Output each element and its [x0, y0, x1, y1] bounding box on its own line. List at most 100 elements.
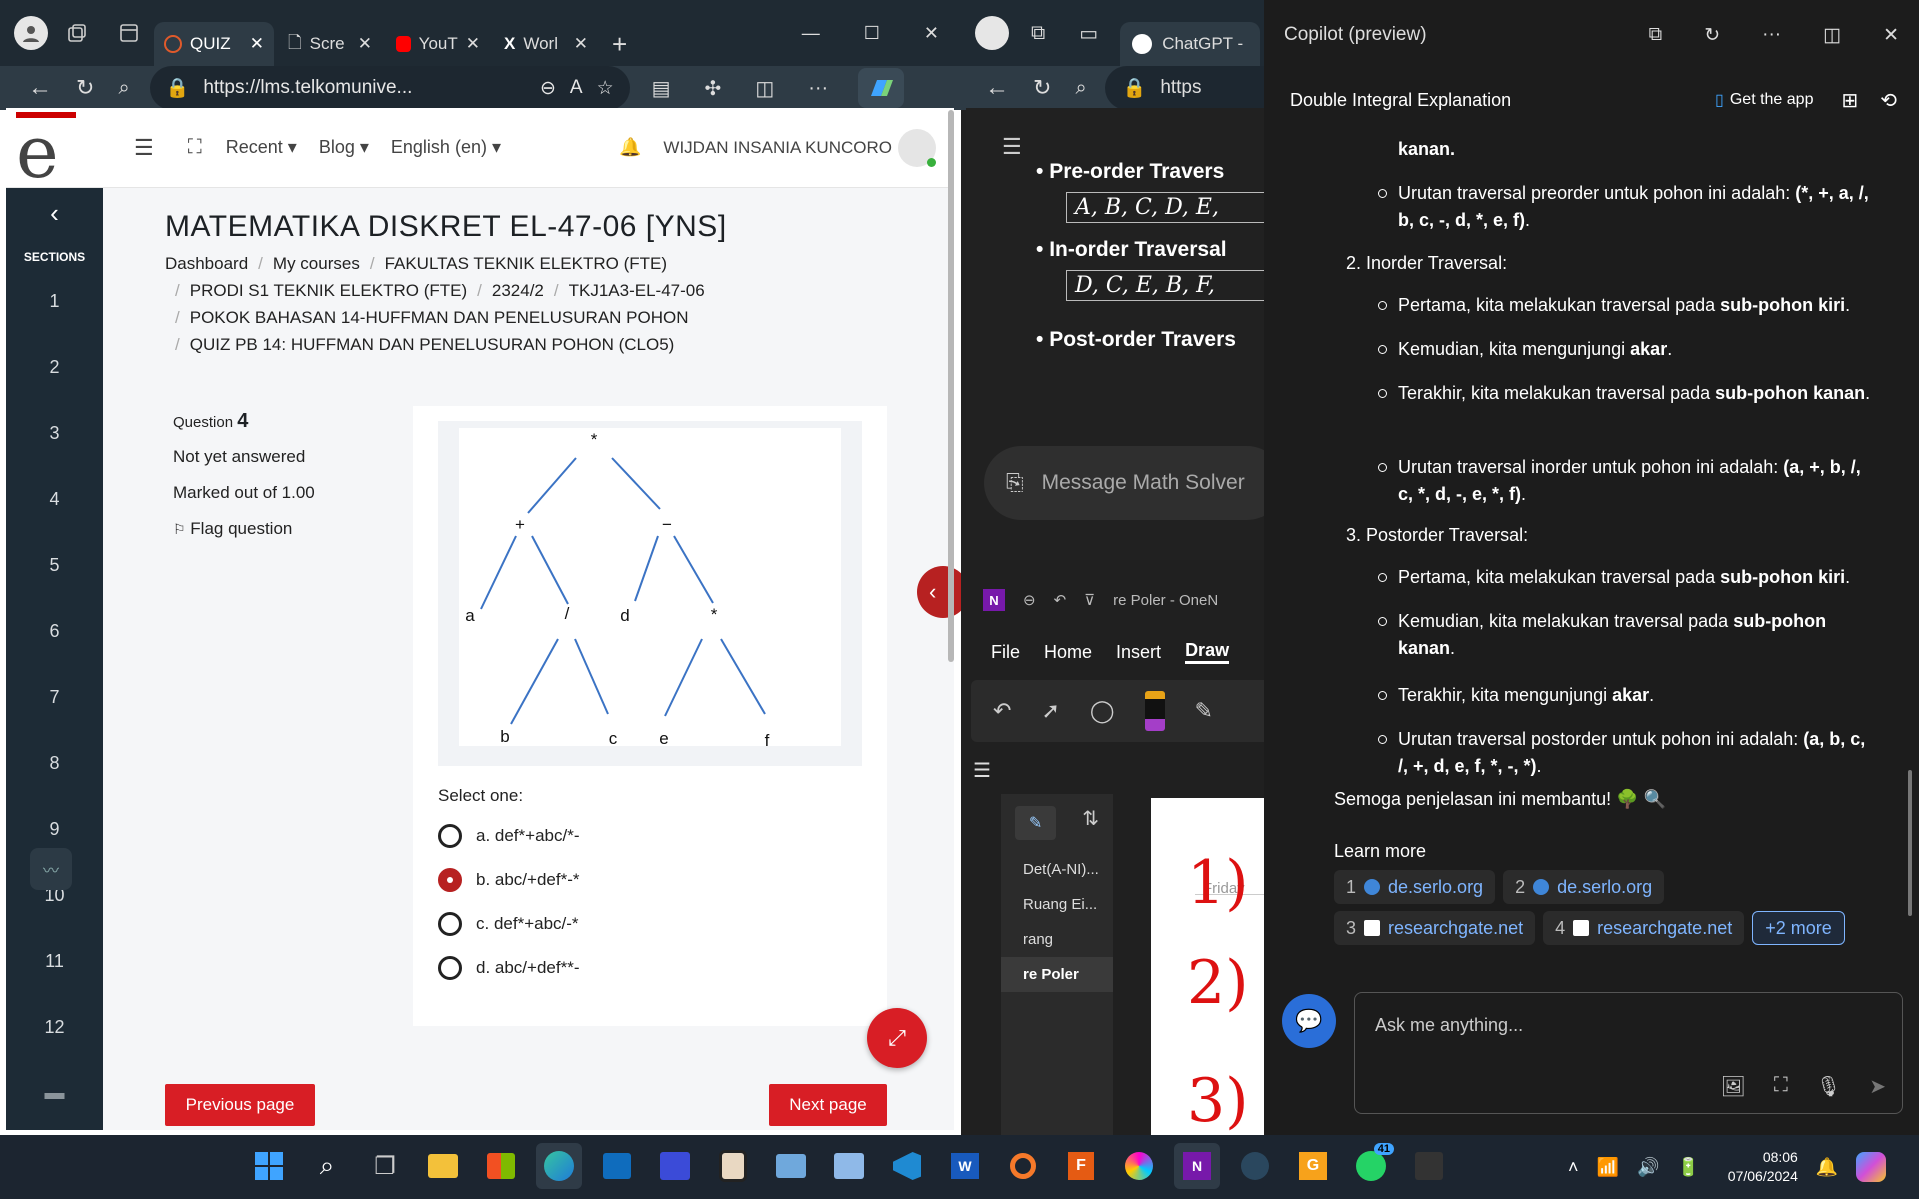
refresh-icon[interactable]: ↻: [1704, 24, 1720, 47]
tab-x[interactable]: X Worl ✕: [494, 22, 598, 66]
refresh-icon[interactable]: ↻: [1033, 75, 1051, 101]
breadcrumb-item[interactable]: My courses: [273, 254, 360, 273]
ask-input-box[interactable]: Ask me anything... 🖼 ⛶ 🎙 ➤: [1354, 992, 1903, 1114]
menu-icon[interactable]: ☰: [134, 135, 154, 161]
next-page-button[interactable]: Next page: [769, 1084, 887, 1126]
answer-option[interactable]: c. def*+abc/-*: [438, 902, 580, 946]
ribbon-tab-draw[interactable]: Draw: [1185, 640, 1230, 664]
close-icon[interactable]: ✕: [466, 34, 480, 54]
search-icon[interactable]: ⌕: [304, 1143, 350, 1189]
more-icon[interactable]: ···: [808, 77, 828, 100]
section-link[interactable]: 8: [6, 730, 103, 796]
extensions-icon[interactable]: ✣: [705, 76, 722, 101]
ribbon-tab-home[interactable]: Home: [1044, 642, 1092, 663]
audio-app-icon[interactable]: [826, 1143, 872, 1189]
close-icon[interactable]: ✕: [250, 34, 264, 54]
source-link[interactable]: 4 researchgate.net: [1543, 911, 1745, 945]
send-icon[interactable]: ➤: [1869, 1074, 1886, 1099]
close-window-icon[interactable]: ✕: [924, 23, 939, 44]
volume-icon[interactable]: 🔊: [1637, 1157, 1659, 1178]
section-link[interactable]: 3: [6, 400, 103, 466]
archive-icon[interactable]: ▬: [6, 1060, 103, 1126]
back-icon[interactable]: ⊖: [1023, 591, 1036, 609]
close-icon[interactable]: ✕: [574, 34, 588, 54]
collapse-sidebar-icon[interactable]: ‹: [6, 188, 103, 238]
source-link[interactable]: 1 de.serlo.org: [1334, 870, 1496, 904]
highlighter-icon[interactable]: ✎: [1195, 698, 1213, 724]
radio-button[interactable]: [438, 956, 462, 980]
app-g-icon[interactable]: G: [1290, 1143, 1336, 1189]
breadcrumb-item[interactable]: PRODI S1 TEKNIK ELEKTRO (FTE): [190, 281, 467, 300]
sidebar-toggle-icon[interactable]: ☰: [1002, 134, 1022, 160]
get-app-button[interactable]: ▯ Get the app: [1715, 90, 1813, 110]
tab-actions-icon[interactable]: ▭: [1079, 21, 1098, 46]
back-icon[interactable]: ←: [985, 74, 1009, 102]
customize-icon[interactable]: ⊽: [1084, 591, 1095, 609]
task-view-icon[interactable]: ❐: [362, 1143, 408, 1189]
url-field[interactable]: 🔒 https: [1104, 66, 1264, 110]
page-scrollbar[interactable]: [948, 110, 954, 662]
close-icon[interactable]: ✕: [1883, 24, 1899, 47]
copilot-icon[interactable]: [858, 68, 905, 108]
menu-icon[interactable]: ☰: [973, 758, 991, 783]
lasso-icon[interactable]: ◯: [1090, 698, 1115, 724]
image-upload-icon[interactable]: 🖼: [1720, 1074, 1745, 1099]
section-link[interactable]: 1: [6, 268, 103, 334]
word-icon[interactable]: W: [942, 1143, 988, 1189]
store-icon[interactable]: [478, 1143, 524, 1189]
read-aloud-icon[interactable]: A: [570, 77, 583, 99]
vscode-icon[interactable]: [884, 1143, 930, 1189]
radio-button[interactable]: [438, 824, 462, 848]
breadcrumb-item[interactable]: Dashboard: [165, 254, 248, 273]
chevron-up-icon[interactable]: ˄: [1568, 1157, 1579, 1178]
blog-menu[interactable]: Blog ▾: [319, 137, 369, 158]
app-f-icon[interactable]: F: [1058, 1143, 1104, 1189]
pen-icon[interactable]: [1144, 691, 1165, 731]
avatar[interactable]: [898, 128, 936, 167]
source-link[interactable]: 2 de.serlo.org: [1503, 870, 1665, 904]
breadcrumb-item[interactable]: POKOK BAHASAN 14-HUFFMAN DAN PENELUSURAN…: [190, 308, 689, 327]
zoom-icon[interactable]: ⊖: [540, 77, 556, 100]
radio-button[interactable]: [438, 912, 462, 936]
math-app-icon[interactable]: [652, 1143, 698, 1189]
open-new-window-icon[interactable]: ⧉: [1649, 24, 1663, 47]
history-icon[interactable]: ⟲: [1880, 88, 1897, 113]
page-item[interactable]: re Poler: [1001, 957, 1113, 992]
tab-actions-icon[interactable]: [114, 22, 144, 44]
more-sources-button[interactable]: +2 more: [1752, 911, 1845, 945]
section-link[interactable]: 12: [6, 994, 103, 1060]
bell-icon[interactable]: 🔔: [619, 137, 641, 158]
language-menu[interactable]: English (en) ▾: [391, 137, 501, 158]
answer-option[interactable]: b. abc/+def*-*: [438, 858, 580, 902]
wifi-icon[interactable]: 📶: [1597, 1157, 1619, 1178]
new-page-icon[interactable]: ✎: [1015, 806, 1057, 840]
microphone-icon[interactable]: 🎙: [1816, 1074, 1841, 1099]
new-topic-button[interactable]: 💬: [1282, 994, 1336, 1048]
start-icon[interactable]: [246, 1143, 292, 1189]
onenote-taskbar-icon[interactable]: N: [1174, 1143, 1220, 1189]
tab-screen[interactable]: 🗋 Scre ✕: [278, 22, 382, 66]
new-tab-button[interactable]: +: [602, 22, 646, 66]
clock[interactable]: 08:06 07/06/2024: [1728, 1148, 1798, 1186]
ribbon-tab-file[interactable]: File: [991, 642, 1020, 663]
sort-icon[interactable]: ⇅: [1082, 806, 1099, 840]
photos-icon[interactable]: [768, 1143, 814, 1189]
answer-option[interactable]: a. def*+abc/*-: [438, 814, 580, 858]
recent-menu[interactable]: Recent ▾: [226, 137, 297, 158]
workspaces-icon[interactable]: [62, 22, 92, 44]
ribbon-tab-insert[interactable]: Insert: [1116, 642, 1161, 663]
message-input[interactable]: ⎘ Message Math Solver: [984, 446, 1264, 520]
minimize-icon[interactable]: —: [802, 23, 820, 44]
blender-icon[interactable]: [1000, 1143, 1046, 1189]
split-screen-icon[interactable]: ◫: [755, 76, 774, 101]
section-link[interactable]: 7: [6, 664, 103, 730]
refresh-icon[interactable]: ↻: [76, 75, 94, 101]
tab-youtube[interactable]: YouT ✕: [386, 22, 490, 66]
notification-bell-icon[interactable]: 🔔: [1816, 1157, 1838, 1178]
section-link[interactable]: 4: [6, 466, 103, 532]
maximize-icon[interactable]: ☐: [864, 23, 880, 44]
breadcrumb-item[interactable]: QUIZ PB 14: HUFFMAN DAN PENELUSURAN POHO…: [190, 335, 675, 354]
undo-icon[interactable]: ↶: [1054, 591, 1067, 609]
url-field[interactable]: 🔒 https://lms.telkomunive... ⊖ A ☆: [149, 66, 630, 110]
source-link[interactable]: 3 researchgate.net: [1334, 911, 1536, 945]
